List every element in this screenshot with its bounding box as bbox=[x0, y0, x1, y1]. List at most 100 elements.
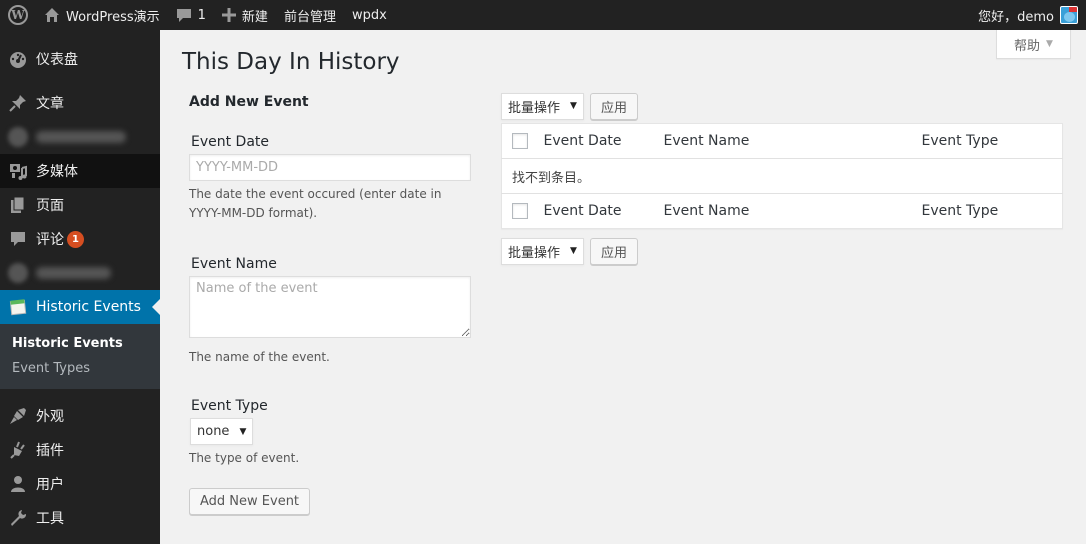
column-footer-event-name[interactable]: Event Name bbox=[664, 194, 922, 229]
bulk-actions-select-bottom[interactable]: 批量操作 ▼ bbox=[501, 237, 584, 265]
sidebar-item-media[interactable]: 多媒体 bbox=[0, 154, 160, 188]
select-all-checkbox[interactable] bbox=[512, 133, 528, 149]
pushpin-icon bbox=[8, 93, 28, 113]
sidebar-item-dashboard[interactable]: 仪表盘 bbox=[0, 42, 160, 76]
column-footer-event-type[interactable]: Event Type bbox=[922, 194, 1063, 229]
sidebar-item-label: 外观 bbox=[36, 409, 64, 425]
sidebar-item-users[interactable]: 用户 bbox=[0, 467, 160, 501]
sidebar-item-posts[interactable]: 文章 bbox=[0, 86, 160, 120]
sidebar-item-label: 评论 bbox=[36, 232, 64, 248]
event-type-description: The type of event. bbox=[189, 451, 300, 465]
sidebar-item-label: 文章 bbox=[36, 96, 64, 112]
sidebar-item-label: 仪表盘 bbox=[36, 52, 78, 68]
apply-button-bottom[interactable]: 应用 bbox=[589, 237, 638, 265]
comment-icon bbox=[8, 229, 28, 249]
sidebar-item-label: 页面 bbox=[36, 198, 64, 214]
select-all-checkbox-footer[interactable] bbox=[512, 203, 528, 219]
caret-down-icon: ▼ bbox=[570, 101, 577, 111]
select-all-cell bbox=[502, 124, 544, 159]
event-date-input[interactable] bbox=[189, 154, 471, 181]
form-heading: Add New Event bbox=[189, 94, 309, 110]
events-table: Event Date Event Name Event Type 找不到条目。 … bbox=[501, 123, 1063, 229]
bulk-actions-label: 批量操作 bbox=[508, 100, 561, 116]
site-name: WordPress演示 bbox=[66, 9, 160, 25]
help-label: 帮助 bbox=[1014, 38, 1041, 54]
new-label: 新建 bbox=[241, 9, 268, 25]
sidebar-item-pages[interactable]: 页面 bbox=[0, 188, 160, 222]
blurred-label bbox=[36, 131, 126, 143]
wrench-icon bbox=[8, 508, 28, 528]
select-all-cell bbox=[502, 194, 544, 229]
event-date-description: The date the event occured (enter date i… bbox=[189, 187, 442, 220]
home-icon bbox=[44, 7, 60, 23]
events-list: 批量操作 ▼ 应用 Event Date Event Name Event Ty… bbox=[501, 92, 1063, 265]
caret-down-icon: ▼ bbox=[239, 426, 247, 437]
page-title: This Day In History bbox=[182, 49, 400, 75]
submenu-item-event-types[interactable]: Event Types bbox=[0, 356, 160, 381]
sidebar-item-label: 多媒体 bbox=[36, 164, 78, 180]
frontend-link[interactable]: 前台管理 bbox=[276, 0, 344, 30]
sidebar-item-tools[interactable]: 工具 bbox=[0, 501, 160, 535]
plus-icon bbox=[221, 8, 236, 22]
paintbrush-icon bbox=[8, 406, 28, 426]
comment-bubble-icon bbox=[176, 7, 192, 23]
wpdx-link[interactable]: wpdx bbox=[344, 0, 395, 30]
comments-badge: 1 bbox=[67, 230, 84, 248]
event-type-select[interactable]: none ▼ bbox=[190, 418, 254, 445]
sidebar-item-comments[interactable]: 评论 1 bbox=[0, 222, 160, 256]
no-items-message: 找不到条目。 bbox=[512, 170, 591, 186]
add-event-form: Add New Event Event Date The date the ev… bbox=[189, 94, 471, 515]
caret-down-icon: ▼ bbox=[1046, 39, 1053, 49]
plugin-icon bbox=[8, 440, 28, 460]
table-header-row: Event Date Event Name Event Type bbox=[501, 124, 1063, 159]
column-header-event-name[interactable]: Event Name bbox=[664, 124, 922, 159]
sidebar-item-appearance[interactable]: 外观 bbox=[0, 399, 160, 433]
sidebar-item-plugins[interactable]: 插件 bbox=[0, 433, 160, 467]
event-date-label: Event Date bbox=[191, 134, 270, 150]
help-tab-button[interactable]: 帮助 ▼ bbox=[996, 30, 1071, 59]
my-account-menu[interactable]: 您好，demo bbox=[970, 0, 1086, 30]
event-name-description: The name of the event. bbox=[189, 350, 330, 364]
historic-events-submenu: Historic Events Event Types bbox=[0, 324, 160, 389]
wordpress-logo-menu[interactable]: W bbox=[0, 0, 36, 30]
sidebar-item-label: Historic Events bbox=[36, 299, 141, 315]
sidebar-item-label: 用户 bbox=[36, 477, 64, 493]
sidebar-item-blurred[interactable] bbox=[0, 256, 160, 290]
bulk-actions-select-top[interactable]: 批量操作 ▼ bbox=[501, 92, 584, 120]
column-header-event-date[interactable]: Event Date bbox=[544, 124, 664, 159]
comments-link[interactable]: 1 bbox=[168, 0, 214, 30]
admin-bar: W WordPress演示 1 新建 前台管理 wpdx 您好，demo bbox=[0, 0, 1086, 30]
sidebar-item-historic-events[interactable]: Historic Events bbox=[0, 290, 160, 324]
event-type-label: Event Type bbox=[191, 398, 268, 414]
comments-count: 1 bbox=[197, 7, 206, 23]
main-content: 帮助 ▼ This Day In History Add New Event E… bbox=[160, 30, 1086, 544]
blurred-label bbox=[36, 267, 111, 279]
site-name-link[interactable]: WordPress演示 bbox=[36, 0, 168, 30]
admin-sidebar: 仪表盘 文章 多媒体 页面 评论 1 Historic Events Histo… bbox=[0, 30, 160, 544]
media-icon bbox=[8, 161, 28, 181]
table-footer-row: Event Date Event Name Event Type bbox=[501, 193, 1063, 229]
pages-icon bbox=[8, 195, 28, 215]
bulk-actions-label: 批量操作 bbox=[508, 245, 561, 261]
add-new-event-button[interactable]: Add New Event bbox=[189, 488, 311, 515]
user-avatar bbox=[1060, 6, 1078, 24]
column-footer-event-date[interactable]: Event Date bbox=[544, 194, 664, 229]
submenu-item-historic-events[interactable]: Historic Events bbox=[0, 331, 160, 356]
column-header-event-type[interactable]: Event Type bbox=[922, 124, 1063, 159]
event-type-selected: none bbox=[197, 424, 230, 439]
blurred-icon bbox=[8, 263, 28, 283]
new-content-menu[interactable]: 新建 bbox=[214, 0, 276, 30]
sidebar-item-label: 插件 bbox=[36, 443, 64, 459]
apply-button-top[interactable]: 应用 bbox=[589, 92, 638, 120]
blurred-icon bbox=[8, 127, 28, 147]
tablenav-top: 批量操作 ▼ 应用 bbox=[501, 92, 1063, 120]
wordpress-logo-icon: W bbox=[8, 5, 28, 25]
event-name-label: Event Name bbox=[191, 256, 277, 272]
user-icon bbox=[8, 474, 28, 494]
sidebar-item-label: 工具 bbox=[36, 511, 64, 527]
wpdx-label: wpdx bbox=[351, 7, 387, 23]
dashboard-icon bbox=[8, 49, 28, 69]
sidebar-item-blurred[interactable] bbox=[0, 120, 160, 154]
caret-down-icon: ▼ bbox=[570, 246, 577, 256]
event-name-textarea[interactable] bbox=[189, 276, 471, 338]
